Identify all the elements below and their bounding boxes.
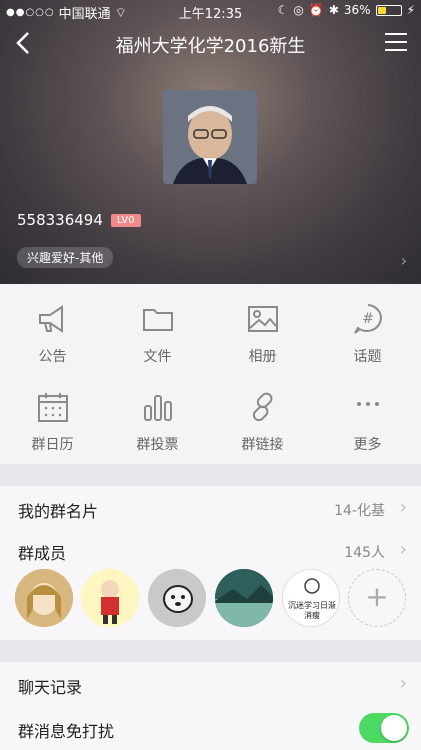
group-number: 558336494 [17,211,103,229]
grid-label: 公告 [38,349,67,365]
topic-hash-icon: # [353,304,382,334]
feature-grid: 公告 文件 相册 # 话题 群日历 群投票 群链接 更多 [0,284,421,464]
chevron-right-icon: › [399,539,407,560]
grid-item-topics[interactable]: # 话题 [315,284,420,370]
group-header: ●●○○○ 中国联通 ⌔ 上午12:35 ☾ ◎ ⏰ ✱ 36% ⚡ 福州大学化… [0,0,421,284]
folder-icon [142,309,173,331]
section-divider [0,640,421,662]
group-avatar[interactable] [163,90,257,184]
section-divider [0,464,421,486]
member-avatar-list: 沉迷学习日渐消瘦 + [0,565,421,640]
row-value: 145人 [344,545,385,561]
row-label: 我的群名片 [18,502,99,521]
grid-item-link[interactable]: 群链接 [210,372,315,458]
group-tag[interactable]: 兴趣爱好-其他 [17,247,114,268]
alarm-icon: ⏰ [308,3,324,17]
grid-item-files[interactable]: 文件 [105,284,210,370]
link-icon [252,392,272,422]
grid-item-announcement[interactable]: 公告 [0,284,105,370]
moon-icon: ☾ [277,3,289,17]
image-icon [247,306,278,332]
svg-text:#: # [362,311,374,327]
bar-chart-icon [143,395,172,421]
megaphone-icon [38,305,63,333]
add-member-button[interactable]: + [348,569,406,627]
row-label: 聊天记录 [18,678,83,697]
chevron-right-icon[interactable]: › [401,251,407,270]
grid-label: 群投票 [136,437,179,453]
chevron-right-icon: › [399,673,407,694]
back-icon[interactable] [10,28,40,58]
member-avatar[interactable]: 沉迷学习日渐消瘦 [282,569,340,627]
row-label: 群成员 [18,544,67,563]
status-bar: ●●○○○ 中国联通 ⌔ 上午12:35 ☾ ◎ ⏰ ✱ 36% ⚡ [0,0,421,22]
grid-label: 群日历 [31,437,74,453]
calendar-icon [37,393,68,422]
group-members-row[interactable]: 群成员 145人 › [0,530,421,565]
grid-label: 相册 [248,349,277,365]
level-badge: LV0 [110,213,141,227]
page-title: 福州大学化学2016新生 [115,36,306,57]
group-id: 558336494 LV0 [17,211,141,229]
member-avatar[interactable] [81,569,139,627]
grid-item-calendar[interactable]: 群日历 [0,372,105,458]
my-group-card-row[interactable]: 我的群名片 14-化基 › [0,486,421,530]
navigation-bar: 福州大学化学2016新生 [0,22,421,66]
more-dots-icon [356,402,379,406]
battery-percent: 36% [343,3,371,17]
menu-icon[interactable] [385,33,407,53]
grid-item-more[interactable]: 更多 [315,372,420,458]
bluetooth-icon: ✱ [328,3,339,17]
lock-rotation-icon: ◎ [293,3,304,17]
battery-icon [375,4,402,16]
grid-label: 更多 [353,437,382,453]
row-value: 14-化基 [334,503,385,519]
member-avatar[interactable] [15,569,73,627]
member-avatar[interactable] [148,569,206,627]
chevron-right-icon: › [399,497,407,518]
grid-item-album[interactable]: 相册 [210,284,315,370]
charging-icon: ⚡ [406,3,415,17]
row-label: 群消息免打扰 [18,722,115,741]
mute-toggle[interactable] [359,713,409,743]
toggle-knob [381,715,407,741]
grid-item-vote[interactable]: 群投票 [105,372,210,458]
avatar-caption: 沉迷学习日渐消瘦 [288,601,336,620]
chat-history-row[interactable]: 聊天记录 › [0,662,421,706]
mute-notifications-row: 群消息免打扰 [0,706,421,750]
grid-label: 群链接 [241,437,284,453]
grid-label: 文件 [143,349,172,365]
grid-label: 话题 [353,349,382,365]
member-avatar[interactable] [215,569,273,627]
